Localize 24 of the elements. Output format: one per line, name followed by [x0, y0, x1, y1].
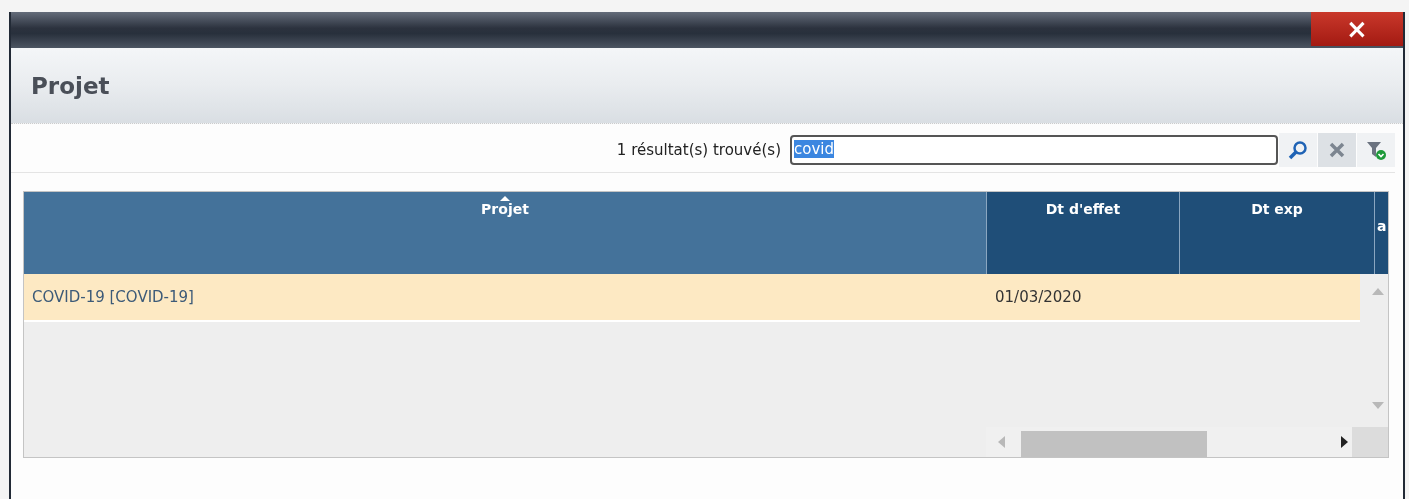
table-row[interactable]: COVID-19 [COVID-19] 01/03/2020 [24, 274, 1360, 322]
filter-button[interactable] [1357, 133, 1395, 167]
table-cell: COVID-19 [COVID-19] [32, 288, 194, 306]
search-button[interactable] [1279, 133, 1317, 167]
scrollbar-corner [1352, 427, 1388, 457]
column-header[interactable]: Dt d'effet [987, 192, 1180, 274]
scroll-up-icon[interactable] [1372, 288, 1384, 295]
clear-button[interactable] [1318, 133, 1356, 167]
close-icon [1329, 142, 1345, 158]
scroll-down-icon[interactable] [1372, 402, 1384, 409]
result-count: 1 résultat(s) trouvé(s) [616, 141, 781, 159]
search-field[interactable]: covid [790, 135, 1278, 165]
dialog-title: Projet [31, 72, 110, 99]
scroll-right-icon[interactable] [1341, 436, 1348, 448]
scroll-left-icon[interactable] [998, 436, 1005, 448]
scrollbar-thumb[interactable] [1021, 431, 1207, 457]
sort-arrow-icon [500, 196, 510, 201]
close-button[interactable]: × [1311, 12, 1403, 46]
filter-icon [1365, 139, 1387, 161]
column-header[interactable]: Dt exp [1180, 192, 1375, 274]
search-icon [1288, 140, 1308, 160]
column-header[interactable]: Projet [24, 192, 987, 274]
table-cell: 01/03/2020 [995, 288, 1082, 306]
column-header[interactable]: a [1375, 192, 1388, 274]
